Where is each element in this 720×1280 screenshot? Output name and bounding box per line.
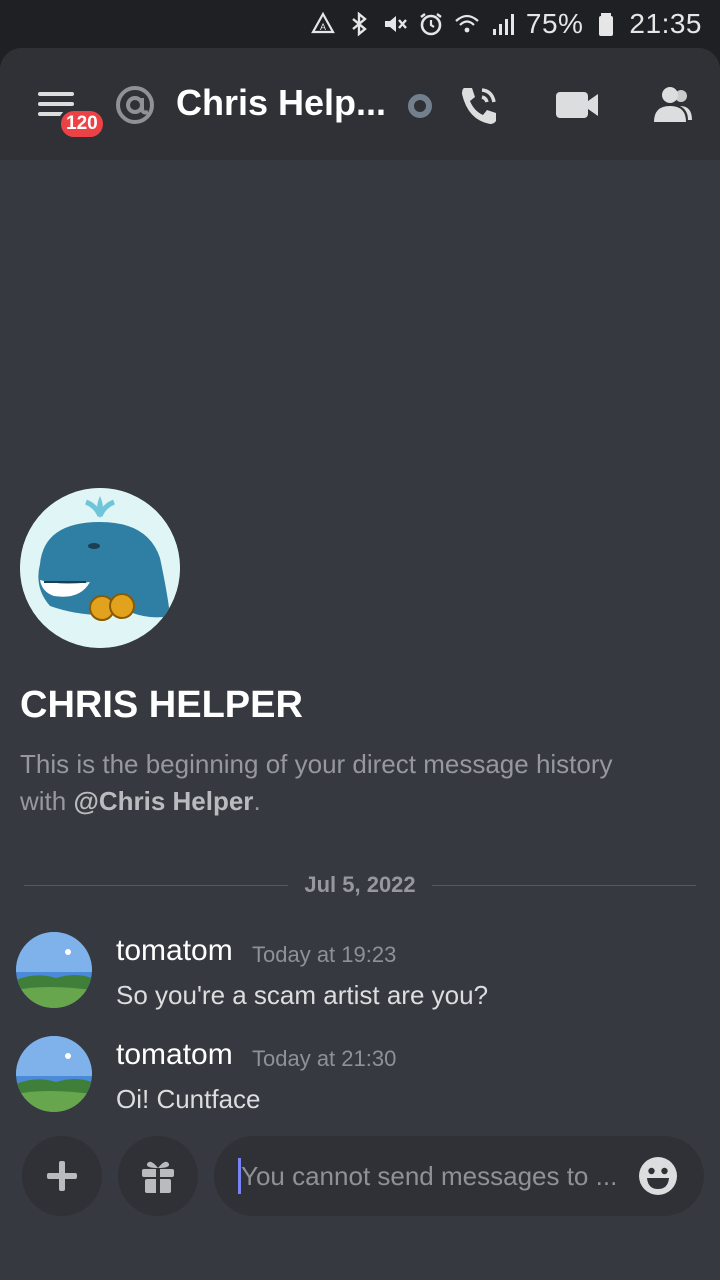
call-icon[interactable] [456,84,504,126]
clock: 21:35 [629,8,702,39]
emoji-button[interactable] [638,1156,678,1196]
menu-icon-bar [38,102,74,106]
user-mention[interactable]: @Chris Helper [73,786,253,816]
signal-icon [490,11,516,37]
message-timestamp: Today at 21:30 [252,1046,397,1071]
wifi-icon [454,11,480,37]
message-input-placeholder: You cannot send messages to ... [241,1160,618,1191]
offline-status-icon [408,94,432,118]
message[interactable]: tomatom Today at 21:30 Oi! Cuntface [0,1036,720,1126]
menu-icon [38,92,74,96]
message[interactable]: tomatom Today at 19:23 So you're a scam … [0,932,720,1022]
avatar[interactable] [16,1036,92,1112]
status-bar: A 75% 21:35 [0,0,720,48]
user-avatar-large[interactable] [20,488,180,648]
message-author[interactable]: tomatom [116,1038,233,1072]
dm-channel-view: 120 Chris Help... CHRIS HELPER This is t… [0,48,720,1280]
message-text: Oi! Cuntface [116,1084,261,1114]
channel-title[interactable]: Chris Help... [176,82,386,124]
svg-text:A: A [320,22,326,32]
emoji-icon [639,1157,677,1195]
message-author[interactable]: tomatom [116,934,233,968]
divider-date: Jul 5, 2022 [304,872,416,897]
user-display-name: CHRIS HELPER [20,684,303,726]
divider-line [431,884,696,886]
bluetooth-icon [346,11,372,37]
channel-header: 120 Chris Help... [0,48,720,160]
date-divider: Jul 5, 2022 [24,870,696,900]
divider-line [24,884,289,886]
battery-percent: 75% [525,8,584,39]
plus-icon [47,1161,77,1191]
attach-button[interactable] [22,1136,102,1216]
message-input[interactable]: You cannot send messages to ... [214,1136,704,1216]
message-timestamp: Today at 19:23 [252,942,397,967]
avatar[interactable] [16,932,92,1008]
notification-badge: 120 [58,108,106,140]
message-text: So you're a scam artist are you? [116,980,489,1010]
at-icon [114,84,156,126]
screen: A 75% 21:35 120 Chris Help... CHRIS HELP… [0,0,720,1280]
members-icon[interactable] [648,84,696,126]
mute-icon [382,11,408,37]
dm-history-intro: This is the beginning of your direct mes… [20,746,660,820]
gift-icon [142,1161,174,1194]
alarm-icon [418,11,444,37]
battery-icon [593,11,619,37]
gift-button[interactable] [118,1136,198,1216]
video-icon[interactable] [554,84,602,126]
intro-text-end: . [253,786,261,816]
nfc-icon: A [310,11,336,37]
